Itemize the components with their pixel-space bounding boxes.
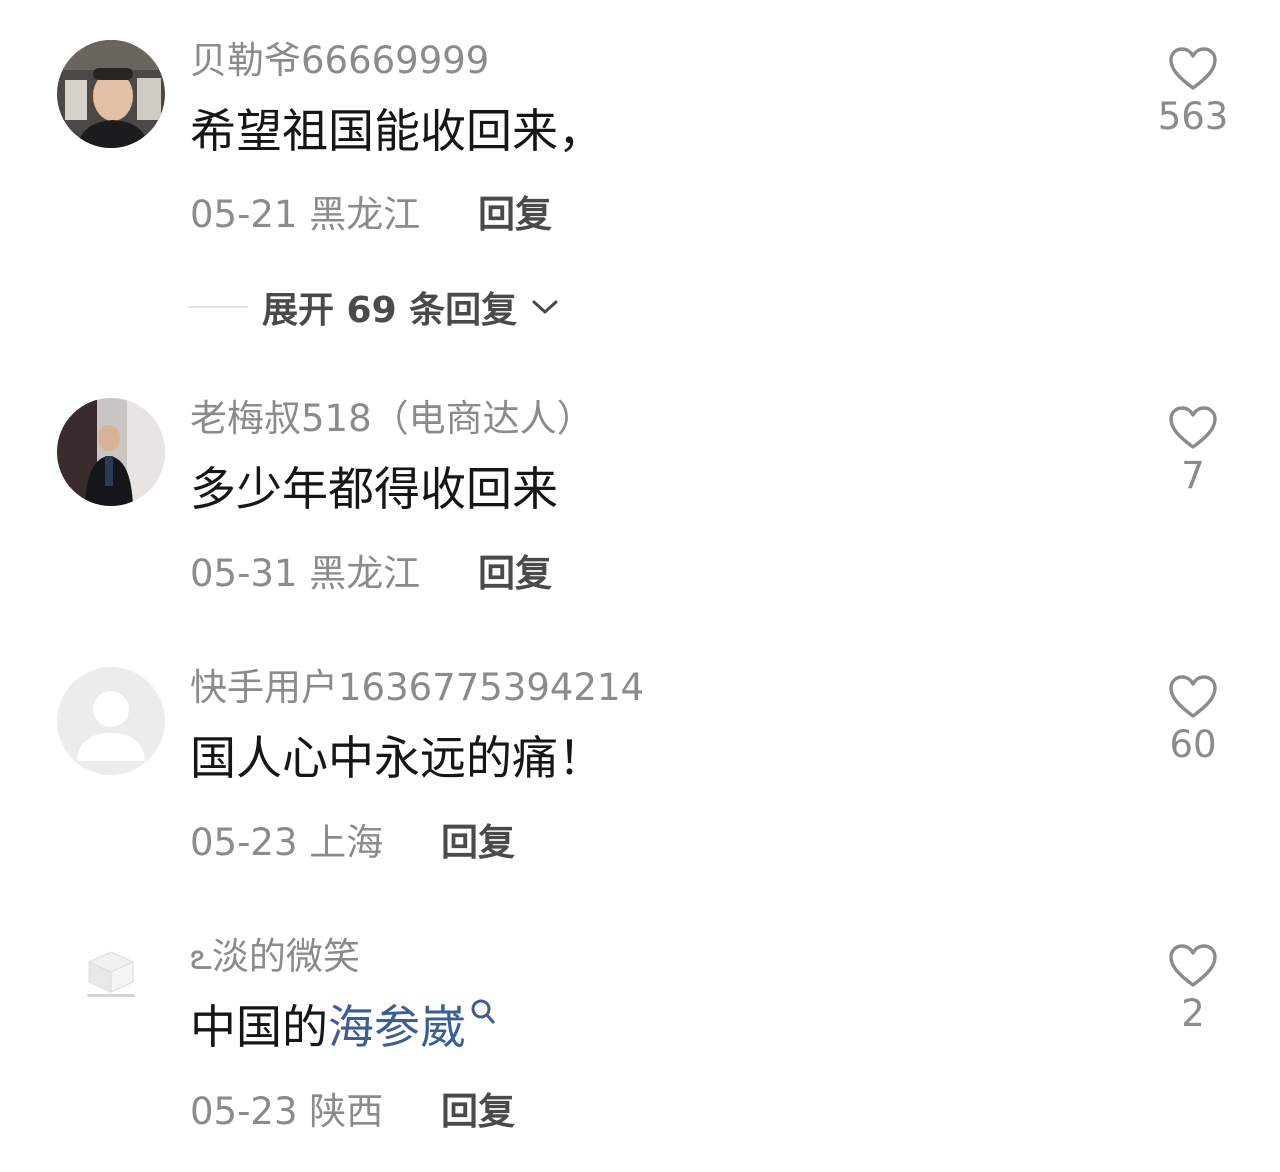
comment-text: 多少年都得收回来	[190, 462, 558, 516]
avatar[interactable]	[57, 918, 165, 1026]
comment-text: 中国的海参崴	[190, 999, 496, 1050]
like-count: 2	[1181, 992, 1205, 1035]
comment-location: 黑龙江	[309, 552, 421, 595]
heart-icon	[1169, 406, 1217, 449]
comment-username[interactable]: 贝勒爷66669999	[190, 42, 489, 79]
like-count: 60	[1169, 723, 1217, 766]
reply-button[interactable]: 回复	[478, 552, 552, 595]
heart-icon	[1169, 47, 1217, 90]
reply-button[interactable]: 回复	[441, 1090, 515, 1133]
heart-icon	[1169, 944, 1217, 987]
comment-date: 05-31	[190, 552, 298, 595]
comment-location: 上海	[309, 821, 384, 864]
avatar[interactable]	[57, 40, 165, 148]
avatar[interactable]	[57, 667, 165, 775]
username-text: 淡的微笑	[211, 935, 360, 978]
comment-text: 国人心中永远的痛！	[190, 731, 604, 785]
comment-date: 05-21	[190, 193, 298, 236]
comment-meta: 05-21 黑龙江 回复	[190, 196, 552, 233]
comment-meta: 05-31 黑龙江 回复	[190, 555, 552, 592]
search-link[interactable]: 海参崴	[328, 1000, 466, 1054]
search-icon[interactable]	[470, 998, 496, 1026]
comment-date: 05-23	[190, 1090, 298, 1133]
comment-text-plain: 中国的	[190, 1000, 328, 1054]
chevron-down-icon	[532, 300, 558, 314]
like-button[interactable]: 563	[1150, 46, 1236, 135]
reply-button[interactable]: 回复	[478, 193, 552, 236]
comment-meta: 05-23 上海 回复	[190, 824, 515, 861]
like-count: 563	[1157, 95, 1229, 138]
like-button[interactable]: 2	[1150, 943, 1236, 1032]
comment-text: 希望祖国能收回来，	[190, 104, 604, 158]
username-emoji: ఽ	[190, 935, 212, 978]
comment-date: 05-23	[190, 821, 298, 864]
comment-location: 陕西	[309, 1090, 384, 1133]
like-button[interactable]: 7	[1150, 405, 1236, 494]
heart-icon	[1169, 675, 1217, 718]
like-count: 7	[1181, 454, 1205, 497]
expand-replies-label: 展开 69 条回复	[262, 290, 518, 331]
comment-meta: 05-23 陕西 回复	[190, 1093, 515, 1130]
like-button[interactable]: 60	[1150, 674, 1236, 763]
expand-replies[interactable]: 展开 69 条回复	[188, 284, 559, 331]
comment-username[interactable]: 老梅叔518（电商达人）	[190, 400, 594, 437]
reply-button[interactable]: 回复	[441, 821, 515, 864]
comment-username[interactable]: 快手用户1636775394214	[190, 669, 644, 706]
avatar[interactable]	[57, 398, 165, 506]
comment-location: 黑龙江	[309, 193, 421, 236]
divider-line	[188, 306, 248, 308]
comment-username[interactable]: ఽ淡的微笑	[190, 938, 360, 975]
